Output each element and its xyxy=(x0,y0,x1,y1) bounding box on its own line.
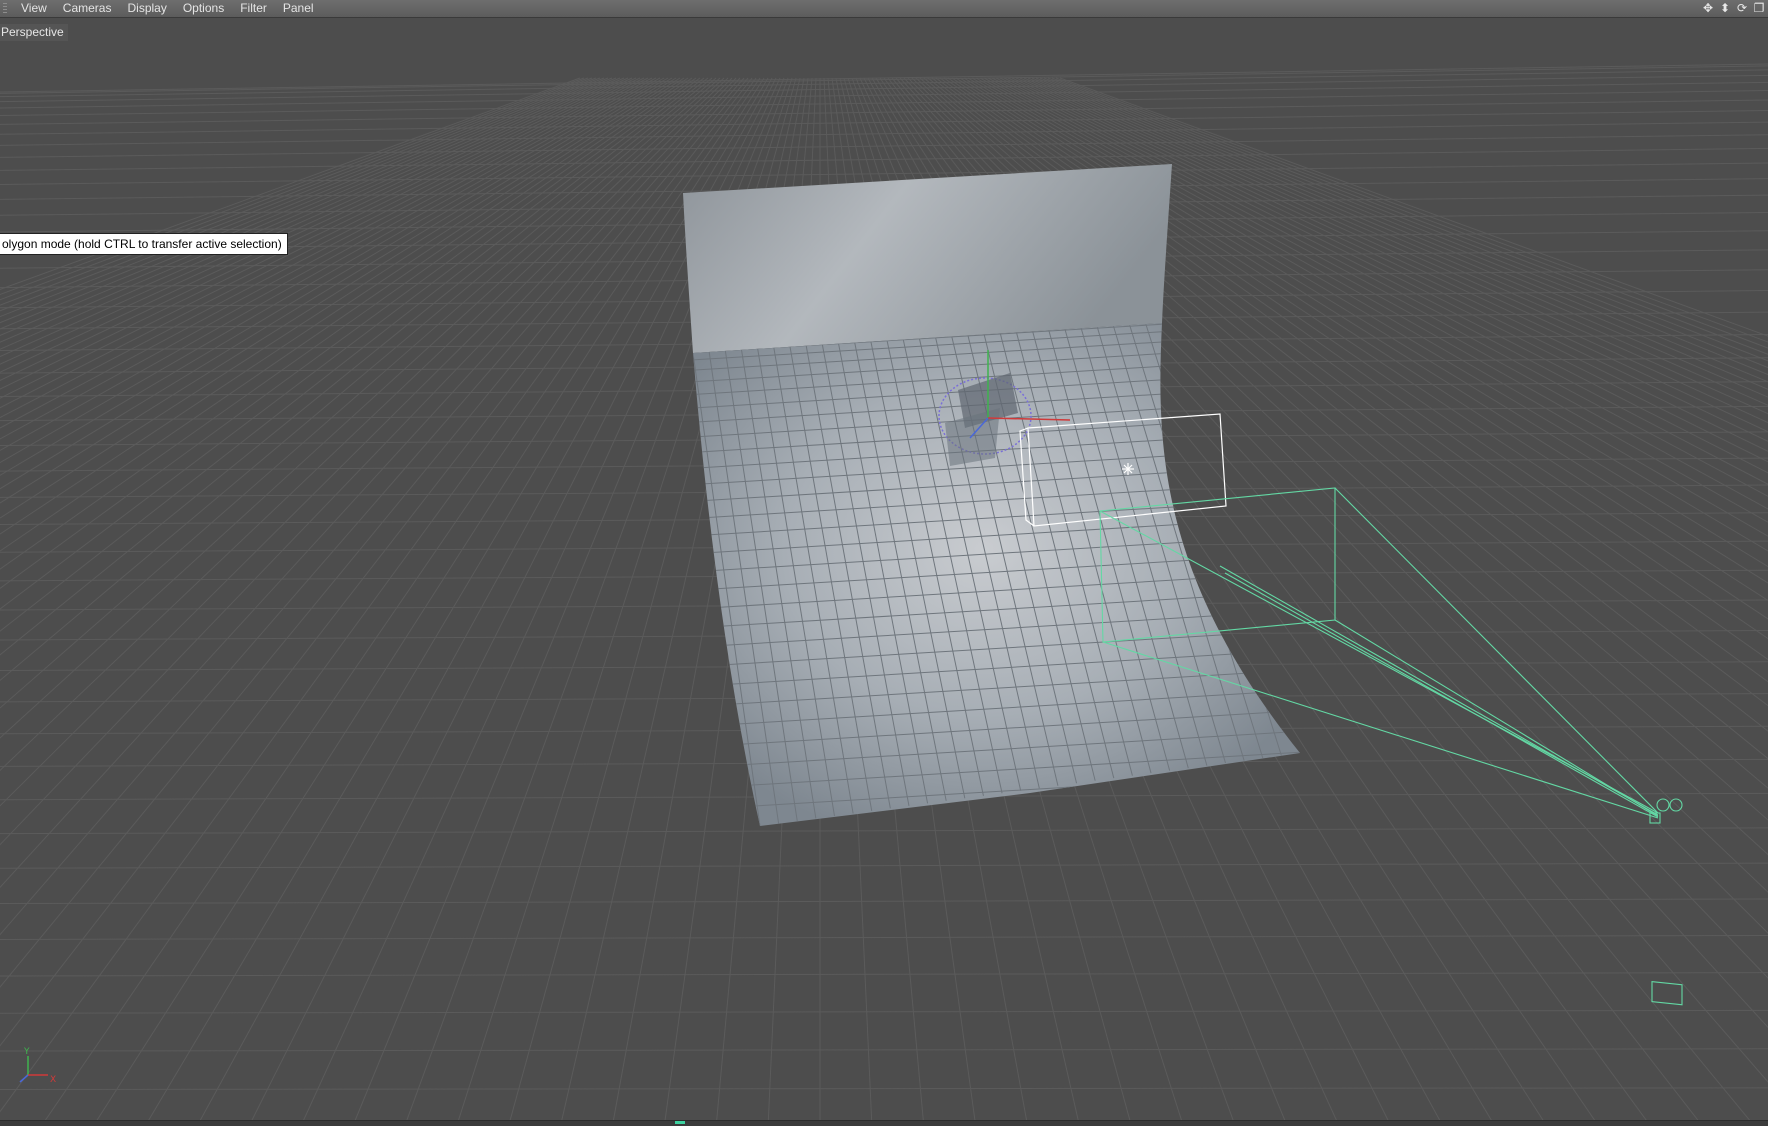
rotate-view-icon[interactable]: ⟳ xyxy=(1735,0,1749,17)
axis-x-label: X xyxy=(50,1075,56,1085)
menu-display[interactable]: Display xyxy=(120,0,175,17)
menu-panel[interactable]: Panel xyxy=(276,0,323,17)
world-axis-icon: Y X xyxy=(19,1047,56,1085)
move-view-icon[interactable]: ✥ xyxy=(1701,0,1715,17)
menu-view[interactable]: View xyxy=(14,0,56,17)
viewport-camera-label: Perspective xyxy=(0,24,68,41)
menu-cameras[interactable]: Cameras xyxy=(56,0,121,17)
zoom-view-icon[interactable]: ⬍ xyxy=(1718,0,1732,17)
menu-options[interactable]: Options xyxy=(176,0,233,17)
tool-tooltip: olygon mode (hold CTRL to transfer activ… xyxy=(0,233,288,255)
3d-scene: Y X xyxy=(0,63,1768,1120)
backdrop-cove xyxy=(683,164,1300,826)
camera-body-icon xyxy=(1649,798,1683,1006)
menu-filter[interactable]: Filter xyxy=(233,0,276,17)
viewport-menubar: View Cameras Display Options Filter Pane… xyxy=(0,0,1768,18)
cove-wall xyxy=(683,164,1172,353)
timeline-marker[interactable] xyxy=(675,1121,685,1124)
view-navigation-icons: ✥ ⬍ ⟳ ❐ xyxy=(1701,0,1768,17)
perspective-viewport[interactable]: Perspective olygon mode (hold CTRL to tr… xyxy=(0,18,1768,1120)
timeline-strip[interactable] xyxy=(0,1120,1768,1126)
axis-y-label: Y xyxy=(23,1047,30,1057)
toggle-layout-icon[interactable]: ❐ xyxy=(1752,0,1766,17)
panel-grip-icon[interactable] xyxy=(0,0,14,17)
